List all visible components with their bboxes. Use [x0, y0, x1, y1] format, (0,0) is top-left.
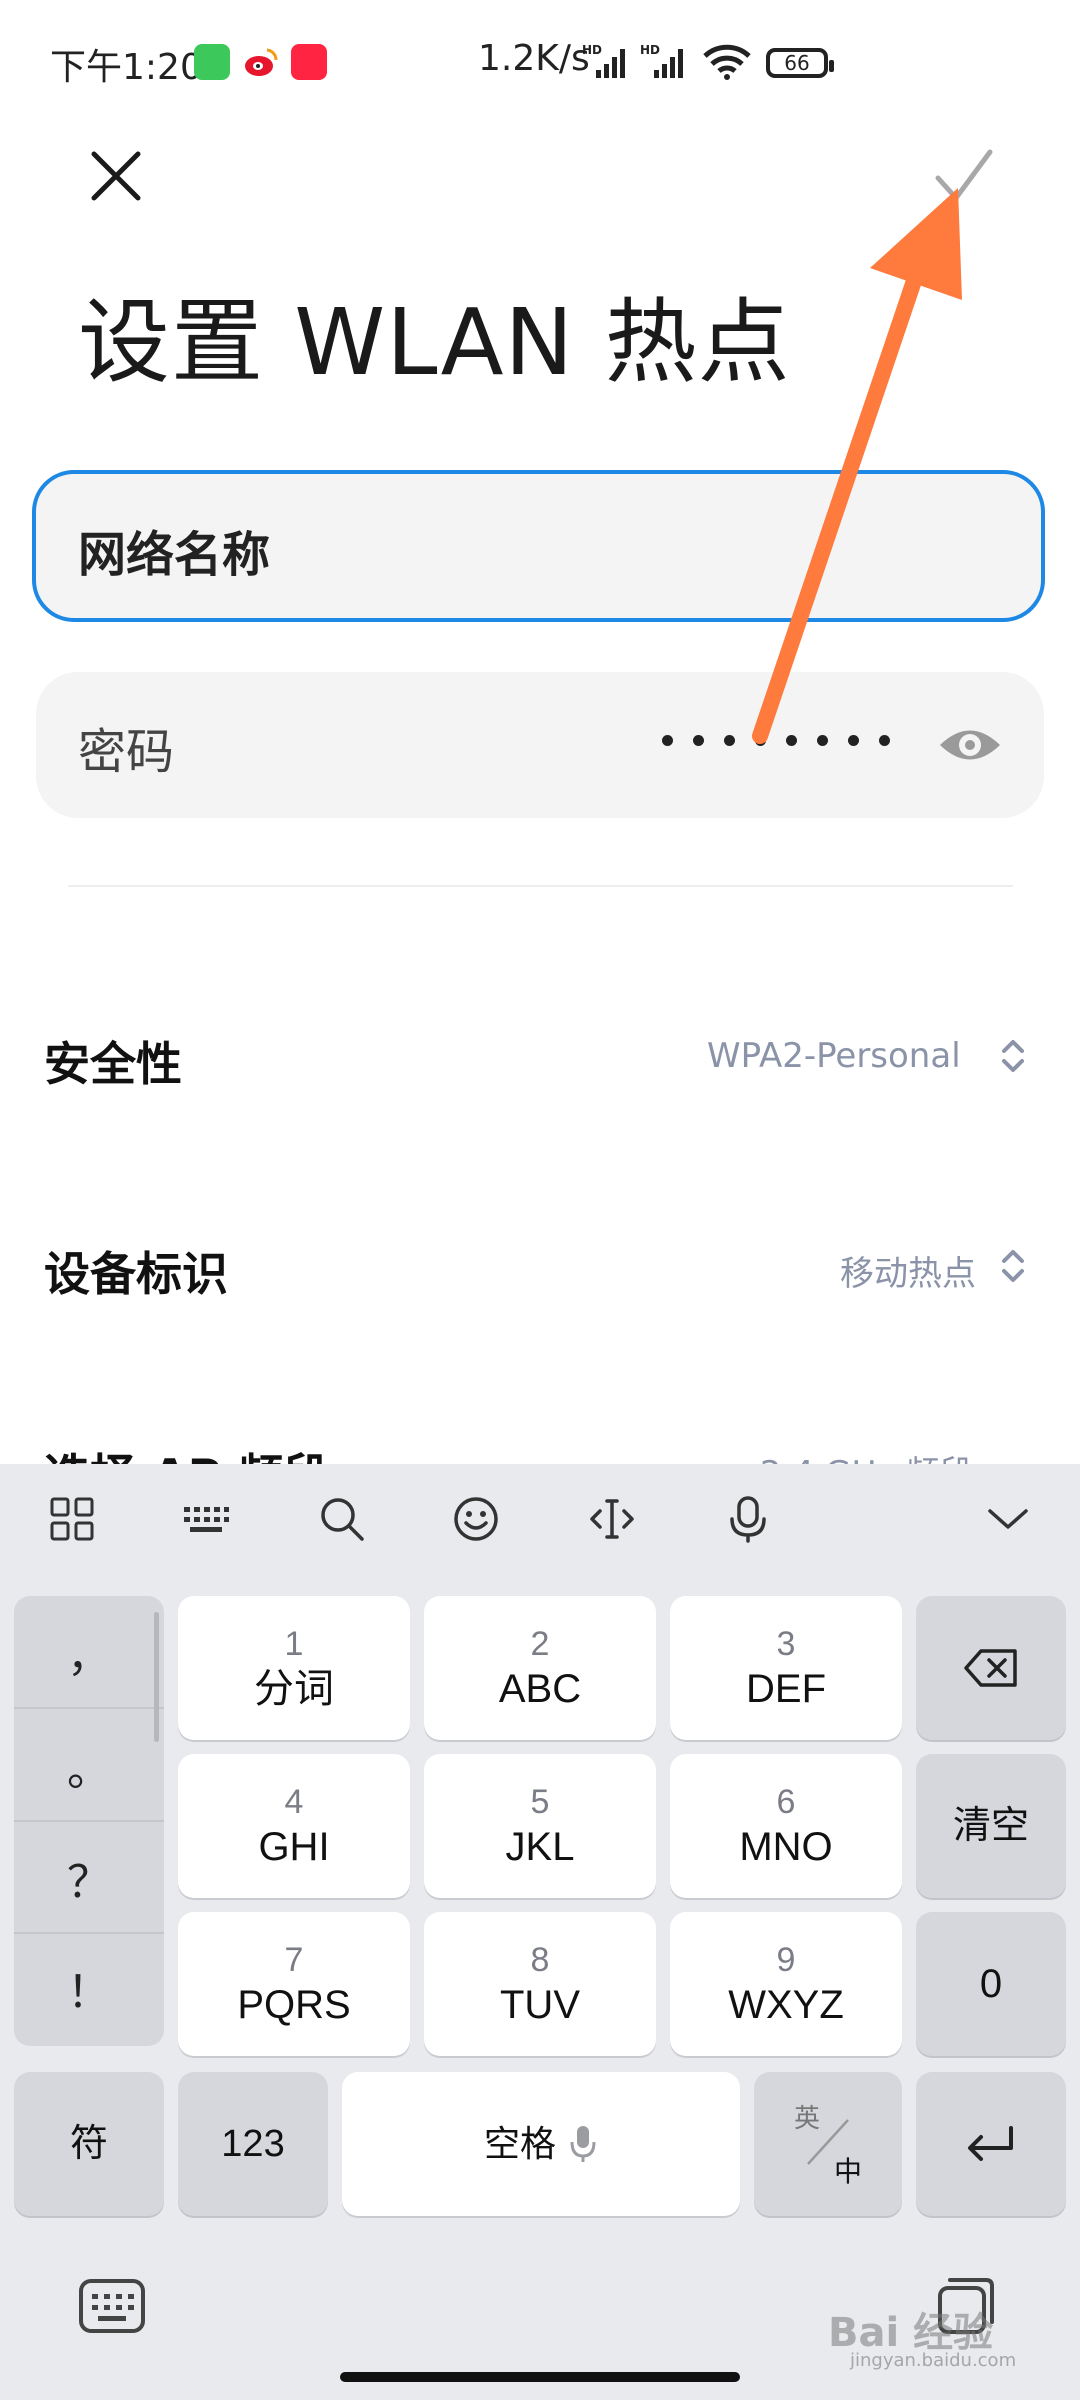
key-0[interactable]: 0	[916, 1912, 1066, 2056]
space-label: 空格	[483, 2123, 556, 2164]
key-number: 2	[530, 1625, 550, 1663]
mic-icon[interactable]	[724, 1495, 772, 1543]
punct-question-key[interactable]: ？	[14, 1822, 164, 1934]
chevron-down-icon[interactable]	[984, 1495, 1032, 1543]
punct-divider	[14, 1707, 164, 1709]
punct-scrollbar[interactable]	[154, 1612, 159, 1742]
backspace-key[interactable]	[916, 1596, 1066, 1740]
mic-icon	[570, 2126, 596, 2162]
device-id-value: 移动热点	[840, 1254, 976, 1294]
key-number: 3	[776, 1625, 796, 1663]
key-letters: DEF	[746, 1667, 826, 1711]
keyboard-icon	[79, 2279, 145, 2333]
security-label: 安全性	[44, 1037, 182, 1091]
symbol-label: 符	[69, 2123, 108, 2165]
updown-chevron-icon	[1002, 1250, 1024, 1282]
key-letters: JKL	[505, 1825, 575, 1869]
ap-band-row[interactable]: 选择 AP 频段 2.4 GHz 频段	[0, 1410, 1080, 1464]
numeric-key[interactable]: 123	[178, 2072, 328, 2216]
security-value: WPA2-Personal	[707, 1036, 961, 1076]
device-id-row[interactable]: 设备标识 移动热点	[0, 1210, 1080, 1320]
keyboard-switch-button[interactable]	[78, 2278, 146, 2334]
key-letters: PQRS	[237, 1983, 351, 2027]
key-number: 7	[284, 1941, 304, 1979]
key-number: 4	[284, 1783, 304, 1821]
annotation-arrow	[752, 188, 962, 744]
key-6[interactable]: 6 MNO	[670, 1754, 902, 1898]
home-indicator[interactable]	[340, 2372, 740, 2382]
key-number: 5	[530, 1783, 550, 1821]
clear-key[interactable]: 清空	[916, 1754, 1066, 1898]
key-4[interactable]: 4 GHI	[178, 1754, 410, 1898]
security-row[interactable]: 安全性 WPA2-Personal	[0, 1000, 1080, 1110]
key-8[interactable]: 8 TUV	[424, 1912, 656, 2056]
key-number: 6	[776, 1783, 796, 1821]
key-1[interactable]: 1 分词	[178, 1596, 410, 1740]
search-icon[interactable]	[318, 1495, 366, 1543]
symbol-key[interactable]: 符	[14, 2072, 164, 2216]
zero-label: 0	[979, 1962, 1003, 2006]
ap-band-value: 2.4 GHz 频段	[760, 1446, 973, 1464]
enter-icon	[968, 2126, 1013, 2161]
key-9[interactable]: 9 WXYZ	[670, 1912, 902, 2056]
language-switch-key[interactable]: 英 中	[754, 2072, 902, 2216]
key-letters: WXYZ	[728, 1983, 844, 2027]
key-letters: GHI	[258, 1825, 330, 1869]
key-number: 9	[776, 1941, 796, 1979]
key-number: 8	[530, 1941, 550, 1979]
divider	[68, 885, 1013, 887]
key-3[interactable]: 3 DEF	[670, 1596, 902, 1740]
emoji-icon[interactable]	[452, 1495, 500, 1543]
updown-chevron-icon	[1002, 1040, 1024, 1072]
key-letters: TUV	[500, 1983, 580, 2027]
punct-exclaim-key[interactable]: ！	[14, 1932, 164, 2044]
cursor-move-icon[interactable]	[588, 1495, 636, 1543]
space-key[interactable]: 空格	[342, 2072, 740, 2216]
ap-band-label: 选择 AP 频段	[44, 1440, 329, 1464]
clear-label: 清空	[952, 1805, 1029, 1847]
lang-chinese-label: 中	[834, 2156, 863, 2187]
device-id-label: 设备标识	[44, 1247, 228, 1301]
watermark-url: jingyan.baidu.com	[850, 2350, 1017, 2371]
enter-key[interactable]	[916, 2072, 1066, 2216]
key-number: 1	[284, 1625, 304, 1663]
grid-icon[interactable]	[48, 1495, 96, 1543]
punct-period-key[interactable]: 。	[14, 1710, 164, 1822]
key-7[interactable]: 7 PQRS	[178, 1912, 410, 2056]
key-2[interactable]: 2 ABC	[424, 1596, 656, 1740]
key-letters: ABC	[498, 1667, 582, 1711]
key-letters: 分词	[254, 1667, 334, 1711]
key-letters: MNO	[739, 1825, 833, 1869]
keyboard-icon[interactable]	[182, 1495, 230, 1543]
punct-comma-key[interactable]: ，	[14, 1596, 164, 1708]
backspace-icon	[964, 1649, 1017, 1687]
key-5[interactable]: 5 JKL	[424, 1754, 656, 1898]
numeric-label: 123	[221, 2123, 285, 2165]
